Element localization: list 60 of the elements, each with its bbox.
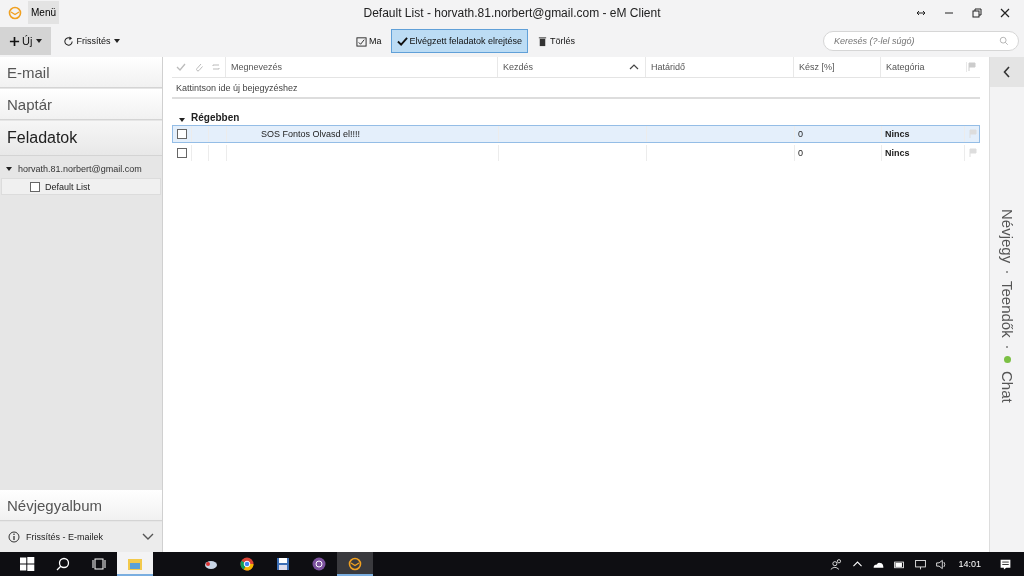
notification-icon[interactable] [999,557,1012,571]
task-row[interactable]: 0 Nincs [172,144,980,162]
column-header[interactable]: Határidő [645,57,793,77]
new-entry-prompt[interactable]: Kattintson ide új bejegyzéshez [172,78,980,99]
checkmark-icon [396,35,408,47]
online-status-icon [1003,355,1011,363]
search-field[interactable]: Keresés (?-lel súgó) [823,31,1019,51]
caret-icon [114,39,121,43]
trash-icon [537,35,549,47]
people-icon[interactable] [830,557,844,571]
task-percent: 0 [798,148,803,158]
column-header[interactable]: Kezdés [497,57,645,77]
side-panel-tab[interactable]: Teendők [998,281,1016,338]
account-item[interactable]: horvath.81.norbert@gmail.com [0,157,162,178]
column-header[interactable]: Kategória [880,57,963,77]
group-header[interactable]: Régebben [172,99,980,125]
column-header[interactable]: Megnevezés [225,57,497,77]
em-client-icon[interactable] [337,552,373,576]
sort-ascending-icon [629,64,639,70]
menu-button[interactable]: Menü [28,1,59,24]
clock-time[interactable]: 14:01 [958,559,981,569]
chevron-left-icon[interactable] [1003,66,1011,78]
info-icon [8,531,20,543]
folder-label: Default List [45,181,91,192]
calendar-check-icon [356,35,367,47]
delete-button[interactable]: Törlés [531,29,582,53]
column-header[interactable]: Kész [%] [793,57,880,77]
network-icon[interactable] [914,557,928,571]
task-name: SOS Fontos Olvasd el!!!! [261,129,361,139]
restore-icon[interactable] [972,7,982,18]
new-button[interactable]: Új [0,27,52,55]
refresh-button[interactable]: Frissítés [57,29,127,53]
status-text: Frissítés - E-mailek [26,532,103,542]
task-category: Nincs [885,129,910,139]
sidebar-section[interactable]: Névjegyalbum [0,490,162,521]
hide-completed-button[interactable]: Elvégzett feladatok elrejtése [390,29,529,53]
plus-icon [9,35,20,47]
side-panel-tab[interactable]: Névjegy [998,209,1016,264]
folder-checkbox[interactable] [30,181,40,192]
folder-icon[interactable] [117,552,153,576]
task-row[interactable]: SOS Fontos Olvasd el!!!! 0 Nincs [172,125,980,143]
task-category: Nincs [885,148,910,158]
folder-item[interactable]: Default List [1,178,161,195]
sidebar-section[interactable]: Feladatok [0,121,162,156]
app-logo-icon [8,5,22,20]
refresh-icon [63,35,75,47]
task-checkbox[interactable] [177,129,187,139]
today-button[interactable]: Ma [350,29,388,53]
check-column-icon[interactable] [176,62,186,72]
task-checkbox[interactable] [177,148,187,158]
chevron-down-icon[interactable] [142,533,154,541]
sidebar-section[interactable]: E-mail [0,57,162,88]
window-title: Default List - horvath.81.norbert@gmail.com - eM Client [363,5,661,20]
close-icon[interactable] [1000,7,1010,18]
side-panel-tab[interactable]: Chat [998,370,1016,403]
sidebar-section[interactable]: Naptár [0,89,162,120]
task-percent: 0 [798,129,803,139]
expand-arrow-icon [6,166,12,172]
caret-icon [36,39,43,43]
expand-arrow-icon [179,117,185,123]
